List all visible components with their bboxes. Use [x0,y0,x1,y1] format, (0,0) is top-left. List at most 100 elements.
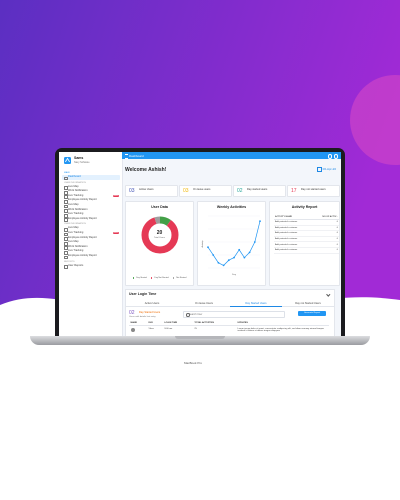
sidebar: Sams Navy Software MAIN Dashboard USER INF… [59,152,123,336]
sidebar-item-label: Live Map [68,184,79,188]
cell-total: 25 [194,327,197,330]
stat-value: 03 [129,188,135,195]
user-data-card: User Data 20 Total Users Day Started Day … [125,201,194,286]
stat-value: 03 [183,188,189,195]
login-table: NAME DAY LOGIN TIME TOTAL ACTIVITIES UPDATES… [129,321,329,334]
topbar-title: Dashboard [129,153,144,158]
x-axis-label: Day [232,274,237,276]
chevron-down-icon[interactable] [326,291,331,296]
donut-center-label: Total Users [154,237,165,239]
sidebar-item-label: Employee Activity Report [68,235,97,239]
calendar-icon [317,167,322,172]
search-placeholder: Search User [189,313,203,317]
stat-value: 02 [237,188,243,195]
sidebar-item[interactable]: Employee Activity Report [62,216,120,223]
sidebar-item-label: Employee Activity Report [68,216,97,220]
user-icon[interactable] [333,154,338,159]
data-point [212,254,215,256]
topbar: Dashboard [122,152,341,159]
data-point [259,220,261,223]
tab-item[interactable]: Active Users [126,302,178,305]
stat-label: Active Users [139,188,154,192]
chart-legend: Day Started Day Not Started Not Started [126,277,193,279]
page-title: Welcome Ashish! [125,167,167,173]
data-point [248,251,251,254]
data-point [233,256,235,259]
report-icon [64,265,68,269]
weekly-line-chart: Activity Day [201,215,261,276]
data-point [238,248,241,251]
sidebar-item-label: Work Notification [68,207,88,211]
status-badge: NEW [112,194,119,198]
laptop-label: MacBook Pro [184,361,203,365]
data-point [217,261,220,264]
stat-label: Day not started users [301,188,326,192]
data-point [222,264,225,267]
stat-label: On leave users [193,188,211,192]
cell-name: Vikas [148,327,154,330]
logo-title: Sams [74,156,84,160]
table-row[interactable]: Vikas 9:00 am 25 Lorem ipsum dolor sit a… [129,326,329,335]
legend-label: Day Not Started [154,277,169,280]
y-axis-label: Activity [201,240,204,248]
table-row[interactable]: Add potential customer 0 [274,247,339,254]
sidebar-item-label: Live Map [68,202,79,206]
activity-report-card: Activity Report ACTIVITY NAME NO OF ACTI… [269,201,340,286]
report-icon [64,255,68,260]
user-login-card: User Login Time Active Users On leave Use… [125,289,335,336]
app-window: Sams Navy Software MAIN Dashboard USER INF… [59,152,341,336]
stat-label: Day started users [247,188,268,192]
stat-card[interactable]: 03 On leave users [179,185,232,197]
stat-card[interactable]: 03 Active Users [125,185,178,197]
legend-label: Day Started [136,277,147,280]
data-point [227,259,230,262]
card-title: User Data [151,205,168,209]
weekly-card: Weekly Activities Activity Day [197,201,266,286]
tab-item[interactable]: Day not Started Users [282,302,334,305]
main-content: Welcome Ashish! 06-Apr-20 03 Active Users… [122,159,341,336]
menu-icon[interactable] [124,154,128,159]
activity-table: ACTIVITY NAME NO OF ACTIV... Add potenti… [274,215,339,254]
sidebar-item-label: Work Notification [68,189,88,193]
cell-updates: Lorem ipsum dolor sit amet, consectetur … [237,327,324,333]
sidebar-item[interactable]: User Reports [62,264,120,269]
sidebar-item-label: Live Map [68,240,79,244]
card-title: Weekly Activities [216,205,247,209]
bell-icon[interactable] [327,154,332,159]
logo-icon [64,157,71,164]
sidebar-item-label: Employee Activity Report [68,198,97,202]
legend-item: Day Not Started [150,277,170,279]
laptop-notch [175,336,225,339]
stat-card[interactable]: 17 Day not started users [287,185,340,197]
tab-item[interactable]: On leave Users [178,302,230,305]
user-count-label: Day Started Users [139,311,161,314]
sidebar-item-label: Live Tracking [68,193,84,197]
legend-dot [172,277,175,279]
stat-card[interactable]: 02 Day started users [233,185,286,197]
home-icon [64,176,68,181]
generate-report-button[interactable]: Generate Report [298,311,326,316]
date-picker[interactable]: 06-Apr-20 [317,167,336,172]
cell-activity-count: 0 [311,247,339,254]
search-input[interactable]: Search User [183,311,285,318]
nav-section-title: MAIN [64,172,70,174]
laptop-screen: Sams Navy Software MAIN Dashboard USER INF… [55,148,345,336]
tab-item[interactable]: Day Started Users [230,302,282,307]
sidebar-nav: MAIN Dashboard USER INFORMATION Live Map Wor… [62,170,120,269]
nav-section-title: USER INFORMATION [64,181,86,184]
stat-value: 17 [291,188,297,195]
sidebar-item-label: Live Tracking [68,230,84,234]
section-title: User Login Time [129,292,157,296]
tab-bar: Active Users On leave Users Day Started Us… [126,300,334,307]
sidebar-item-label: User Reports [68,263,84,267]
sidebar-item[interactable]: Dashboard [62,175,120,181]
cell-login: 9:00 am [164,327,173,330]
sidebar-item-label: Work Notification [68,244,88,248]
legend-item: Day Started [132,277,148,279]
sidebar-item-label: Dashboard [68,175,81,178]
sidebar-item[interactable]: Employee Activity Report [62,254,120,260]
cell-activity-name: Add potential customer [274,247,312,254]
user-count-sub: Users with details last entry [129,316,156,318]
data-point [253,241,256,243]
avatar [130,327,135,332]
